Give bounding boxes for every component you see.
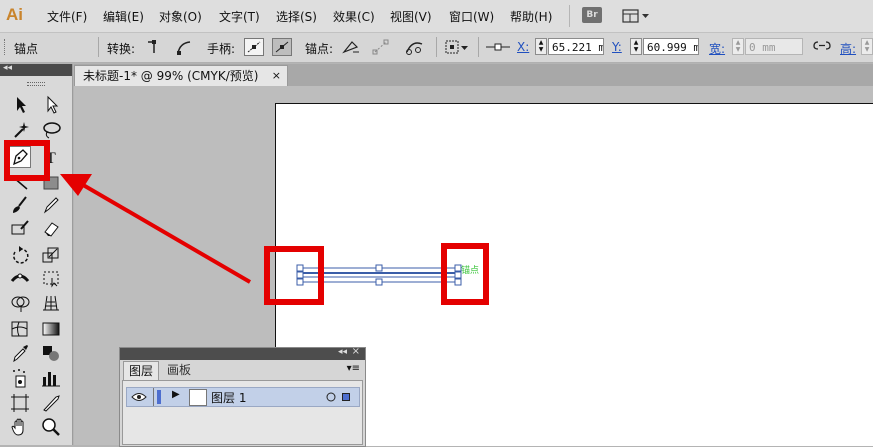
control-bar: 锚点 转换: 手柄: 锚点: X: ▲▼ 65.221 mi Y: ▲▼ 60.… [0, 33, 873, 63]
zoom-tool-icon[interactable] [40, 416, 62, 438]
divider [436, 37, 437, 57]
left-anchor-highlight [264, 246, 324, 305]
tools-titlebar: ◂◂ [0, 63, 72, 76]
menu-edit[interactable]: 编辑(E) [103, 8, 144, 25]
target-circle-icon[interactable] [325, 391, 337, 403]
panel-grip [27, 82, 45, 86]
tab-close-icon[interactable]: × [272, 66, 281, 86]
show-handles-icon[interactable] [244, 38, 264, 56]
convert-to-corner-icon[interactable] [144, 38, 164, 56]
remove-anchor-icon[interactable] [341, 38, 361, 56]
lasso-tool-icon[interactable] [40, 119, 62, 141]
annotation-arrow [60, 174, 252, 284]
reference-point-icon[interactable] [484, 38, 512, 56]
tab-artboards[interactable]: 画板 [162, 361, 196, 380]
divider [478, 37, 479, 57]
bridge-button[interactable]: Br [582, 7, 602, 23]
y-label: Y: [612, 40, 622, 54]
align-options-icon[interactable] [444, 38, 470, 56]
rotate-tool-icon[interactable] [9, 244, 31, 266]
perspective-grid-tool-icon[interactable] [40, 292, 62, 314]
y-field[interactable]: 60.999 mi [643, 38, 699, 55]
handles-label: 手柄: [207, 42, 236, 56]
visibility-eye-icon[interactable] [131, 391, 147, 403]
close-icon[interactable]: × [352, 346, 360, 357]
y-stepper[interactable]: ▲ ▼ [630, 38, 642, 55]
menu-object[interactable]: 对象(O) [159, 8, 202, 25]
blob-brush-tool-icon[interactable] [9, 217, 31, 239]
collapse-icon[interactable]: ◂◂ [338, 347, 347, 357]
paintbrush-tool-icon[interactable] [9, 194, 31, 216]
layers-panel: ◂◂ × 图层 画板 ▾≡ ▶ 图层 1 [119, 346, 366, 447]
x-field[interactable]: 65.221 mi [548, 38, 604, 55]
panel-grip [4, 39, 8, 55]
hide-handles-icon[interactable] [272, 38, 292, 56]
anchors-label: 锚点: [305, 42, 334, 56]
layers-titlebar: ◂◂ × [120, 346, 365, 360]
mesh-tool-icon[interactable] [9, 318, 31, 340]
collapse-icon[interactable]: ◂◂ [3, 63, 12, 73]
convert-to-smooth-icon[interactable] [174, 38, 194, 56]
document-tab-title: 未标题-1* @ 99% (CMYK/预览) [83, 69, 259, 83]
workspace-icon [622, 9, 649, 23]
shape-builder-tool-icon[interactable] [9, 292, 31, 314]
width-tool-icon[interactable] [9, 267, 31, 289]
eyedropper-tool-icon[interactable] [9, 342, 31, 364]
layer-row[interactable]: ▶ 图层 1 [126, 387, 360, 407]
panel-menu-icon[interactable]: ▾≡ [347, 363, 360, 374]
menu-effect[interactable]: 效果(C) [333, 8, 375, 25]
height-label: 高: [840, 42, 857, 56]
magic-wand-tool-icon[interactable] [9, 119, 31, 141]
selection-indicator[interactable] [342, 393, 350, 401]
right-anchor-highlight [441, 243, 489, 305]
gradient-tool-icon[interactable] [40, 318, 62, 340]
app-logo: Ai [6, 5, 23, 24]
pen-tool-highlight [4, 140, 50, 181]
selection-tool-icon[interactable] [9, 94, 31, 116]
column-graph-tool-icon[interactable] [40, 367, 62, 389]
menu-select[interactable]: 选择(S) [276, 8, 317, 25]
cut-path-icon[interactable] [404, 38, 424, 56]
workspace-switcher-button[interactable] [622, 8, 650, 24]
menu-bar: Ai 文件(F) 编辑(E) 对象(O) 文字(T) 选择(S) 效果(C) 视… [0, 0, 873, 33]
menu-help[interactable]: 帮助(H) [510, 8, 552, 25]
symbol-sprayer-tool-icon[interactable] [9, 367, 31, 389]
hand-tool-icon[interactable] [9, 416, 31, 438]
menu-window[interactable]: 窗口(W) [449, 8, 494, 25]
artboard-tool-icon[interactable] [9, 392, 31, 414]
layer-color-swatch [157, 390, 161, 404]
tab-layers[interactable]: 图层 [123, 361, 160, 381]
control-mode-label: 锚点 [14, 42, 39, 56]
x-stepper[interactable]: ▲ ▼ [535, 38, 547, 55]
connect-anchors-icon[interactable] [371, 38, 391, 56]
blend-tool-icon[interactable] [40, 342, 62, 364]
layer-thumbnail [189, 389, 207, 406]
layer-name[interactable]: 图层 1 [211, 389, 246, 406]
menu-file[interactable]: 文件(F) [47, 8, 87, 25]
document-tab[interactable]: 未标题-1* @ 99% (CMYK/预览) × [74, 65, 288, 86]
divider [153, 388, 154, 406]
x-label: X: [517, 40, 530, 54]
slice-tool-icon[interactable] [40, 392, 62, 414]
width-stepper[interactable]: ▲ ▼ [732, 38, 744, 55]
divider [98, 37, 99, 57]
link-proportions-icon[interactable] [812, 38, 832, 56]
menu-divider [569, 5, 570, 27]
convert-label: 转换: [107, 42, 136, 56]
menu-view[interactable]: 视图(V) [390, 8, 432, 25]
menu-type[interactable]: 文字(T) [219, 8, 260, 25]
expand-triangle-icon[interactable]: ▶ [172, 389, 180, 400]
height-stepper[interactable]: ▲ ▼ [861, 38, 873, 55]
direct-selection-tool-icon[interactable] [40, 94, 62, 116]
width-field[interactable]: 0 mm [745, 38, 803, 55]
width-label: 宽: [709, 42, 726, 56]
